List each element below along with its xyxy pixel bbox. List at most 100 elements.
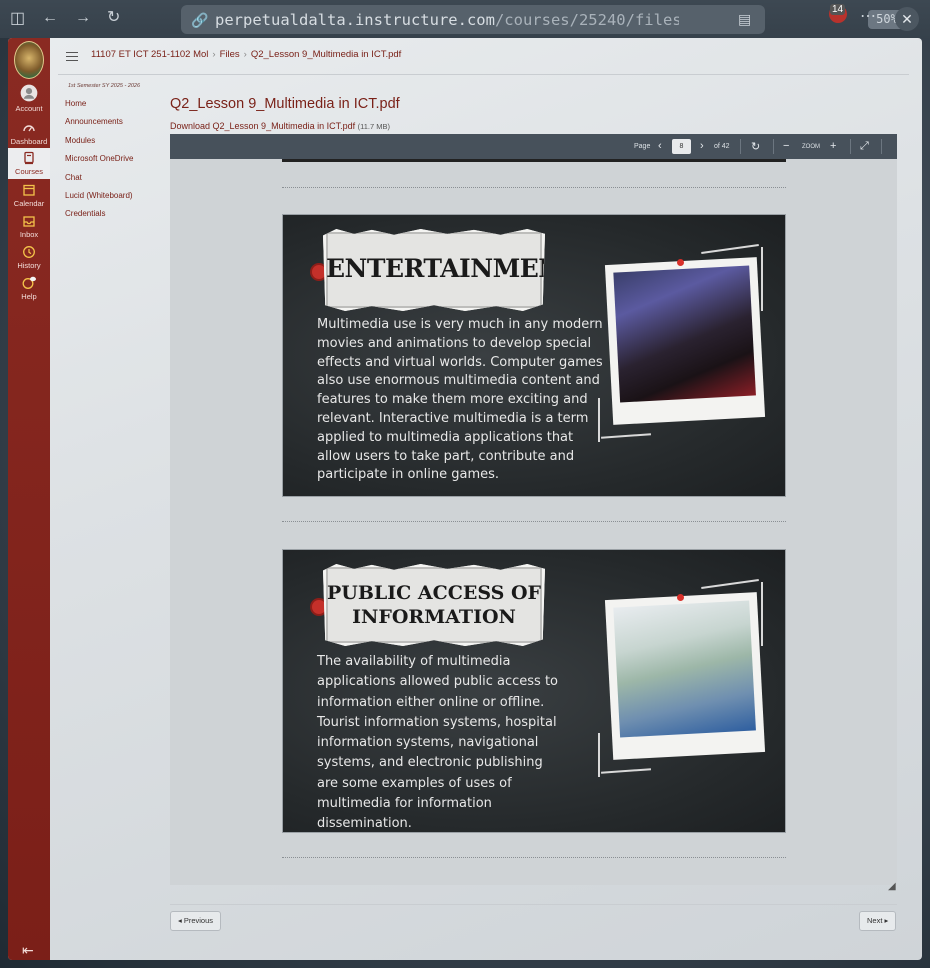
breadcrumb-file[interactable]: Q2_Lesson 9_Multimedia in ICT.pdf	[251, 49, 402, 60]
previous-page-edge	[282, 159, 786, 162]
course-menu-icon[interactable]	[66, 52, 78, 61]
pdf-pages[interactable]: ENTERTAINMENT Multimedia use is very muc…	[170, 159, 897, 885]
viewer-toolbar: Page ‹ 8 › of 42 ↻ − ZOOM + ⤢	[170, 134, 897, 159]
chalk-stroke	[701, 243, 759, 254]
help-icon	[22, 276, 36, 289]
slide-public-access: PUBLIC ACCESS OF INFORMATION The availab…	[282, 549, 786, 833]
course-nav-home[interactable]: Home	[65, 99, 165, 117]
nav-account-label: Account	[15, 104, 43, 113]
breadcrumb-separator-icon: ›	[212, 49, 216, 60]
extension-count: 14	[830, 4, 846, 15]
toolbar-divider	[740, 139, 741, 154]
course-nav-chat[interactable]: Chat	[65, 173, 165, 191]
page-separator	[282, 521, 786, 522]
nav-history[interactable]: History	[8, 245, 50, 270]
page-number-input[interactable]: 8	[672, 139, 691, 154]
main-content: 11107 ET ICT 251-1102 Mol › Files › Q2_Lesso…	[50, 38, 922, 960]
nav-courses-label: Courses	[15, 167, 43, 176]
dashboard-icon	[23, 125, 35, 132]
reader-view-icon[interactable]: ▤	[738, 11, 751, 27]
slide-title: ENTERTAINMENT	[326, 254, 579, 283]
inbox-icon	[23, 216, 35, 227]
rotate-icon[interactable]: ↻	[751, 140, 760, 153]
slide-title-paper: ENTERTAINMENT	[323, 229, 545, 311]
photo-pin-icon	[677, 259, 684, 266]
slide-entertainment: ENTERTAINMENT Multimedia use is very muc…	[282, 214, 786, 497]
zoom-out-icon[interactable]: −	[783, 140, 789, 152]
page-title: Q2_Lesson 9_Multimedia in ICT.pdf	[170, 96, 400, 112]
sidebar-toggle-icon[interactable]: ◫	[10, 11, 25, 27]
canvas-window: Account Dashboard Courses Calendar Inbox…	[8, 38, 922, 960]
chalk-stroke	[601, 433, 651, 439]
course-nav-lucid[interactable]: Lucid (Whiteboard)	[65, 191, 165, 209]
course-nav-credentials[interactable]: Credentials	[65, 209, 165, 227]
slide-title: PUBLIC ACCESS OF INFORMATION	[326, 567, 542, 629]
header-divider	[58, 74, 909, 75]
footer-divider	[170, 904, 897, 905]
breadcrumb-separator-icon: ›	[243, 49, 247, 60]
chalk-stroke	[598, 398, 600, 442]
fullscreen-icon[interactable]: ⤢	[860, 140, 869, 153]
collapse-nav-icon[interactable]: ⇤	[22, 942, 34, 959]
next-button[interactable]: Next ▸	[859, 911, 897, 931]
page-label: Page	[634, 143, 651, 150]
toolbar-divider	[881, 139, 882, 154]
chalk-stroke	[761, 582, 763, 646]
chalk-stroke	[761, 247, 763, 311]
link-icon: 🔗	[191, 12, 209, 28]
forward-icon[interactable]: →	[75, 10, 91, 26]
nav-account[interactable]: Account	[8, 84, 50, 113]
nav-inbox[interactable]: Inbox	[8, 214, 50, 239]
file-size: (11.7 MB)	[357, 122, 390, 131]
prev-page-icon[interactable]: ‹	[658, 140, 662, 152]
slide-body: The availability of multimedia applicati…	[317, 654, 559, 832]
slide-title-line1: PUBLIC ACCESS OF	[326, 582, 542, 604]
address-bar[interactable]: 🔗 perpetualdalta.instructure.com/courses…	[181, 5, 906, 34]
account-icon	[20, 84, 38, 102]
toolbar-divider	[850, 139, 851, 154]
back-icon[interactable]: ←	[42, 10, 58, 26]
courses-icon	[24, 151, 34, 165]
history-icon	[23, 246, 35, 258]
download-label[interactable]: Download Q2_Lesson 9_Multimedia in ICT.p…	[170, 121, 355, 131]
course-nav-announcements[interactable]: Announcements	[65, 117, 165, 135]
toolbar-divider	[773, 139, 774, 154]
school-logo[interactable]	[14, 41, 44, 79]
nav-help[interactable]: Help	[8, 276, 50, 301]
nav-dashboard-label: Dashboard	[10, 137, 48, 146]
pdf-viewer: Page ‹ 8 › of 42 ↻ − ZOOM + ⤢ ENTERTAINM…	[170, 134, 897, 885]
chalk-stroke	[598, 733, 600, 777]
slide-title-paper: PUBLIC ACCESS OF INFORMATION	[323, 564, 545, 646]
page-total: of 42	[714, 143, 730, 150]
course-nav-onedrive[interactable]: Microsoft OneDrive	[65, 154, 165, 172]
zoom-label: ZOOM	[802, 144, 820, 150]
nav-calendar[interactable]: Calendar	[8, 183, 50, 208]
page-separator	[282, 187, 786, 188]
chalk-stroke	[601, 768, 651, 774]
slide-body: Multimedia use is very much in any moder…	[317, 317, 603, 483]
zoom-in-icon[interactable]: +	[830, 140, 836, 152]
download-link[interactable]: Download Q2_Lesson 9_Multimedia in ICT.p…	[170, 121, 390, 131]
photo-laptop	[604, 592, 766, 760]
resize-handle-icon[interactable]: ◢	[888, 881, 896, 892]
nav-calendar-label: Calendar	[13, 199, 45, 208]
close-icon[interactable]: ✕	[895, 7, 919, 31]
previous-button[interactable]: ◂ Previous	[170, 911, 222, 931]
breadcrumb-files[interactable]: Files	[220, 49, 240, 60]
nav-courses[interactable]: Courses	[8, 148, 50, 179]
reload-icon[interactable]: ↻	[107, 10, 120, 26]
gaming-image	[613, 265, 756, 403]
term-label: 1st Semester SY 2025 - 2026	[68, 83, 141, 89]
nav-dashboard[interactable]: Dashboard	[8, 121, 50, 146]
browser-toolbar: ◫ ← → ↻ 🔗 perpetualdalta.instructure.com…	[0, 0, 930, 38]
laptop-map-image	[613, 600, 756, 738]
breadcrumb-course[interactable]: 11107 ET ICT 251-1102 Mol	[91, 49, 208, 60]
slide-title-line2: INFORMATION	[352, 606, 516, 628]
more-menu-icon[interactable]: ⋯	[860, 9, 876, 25]
photo-gaming	[604, 257, 766, 425]
chalk-stroke	[701, 578, 759, 589]
course-nav-modules[interactable]: Modules	[65, 136, 165, 154]
calendar-icon	[23, 184, 35, 196]
next-page-icon[interactable]: ›	[700, 140, 704, 152]
nav-history-label: History	[17, 261, 41, 270]
